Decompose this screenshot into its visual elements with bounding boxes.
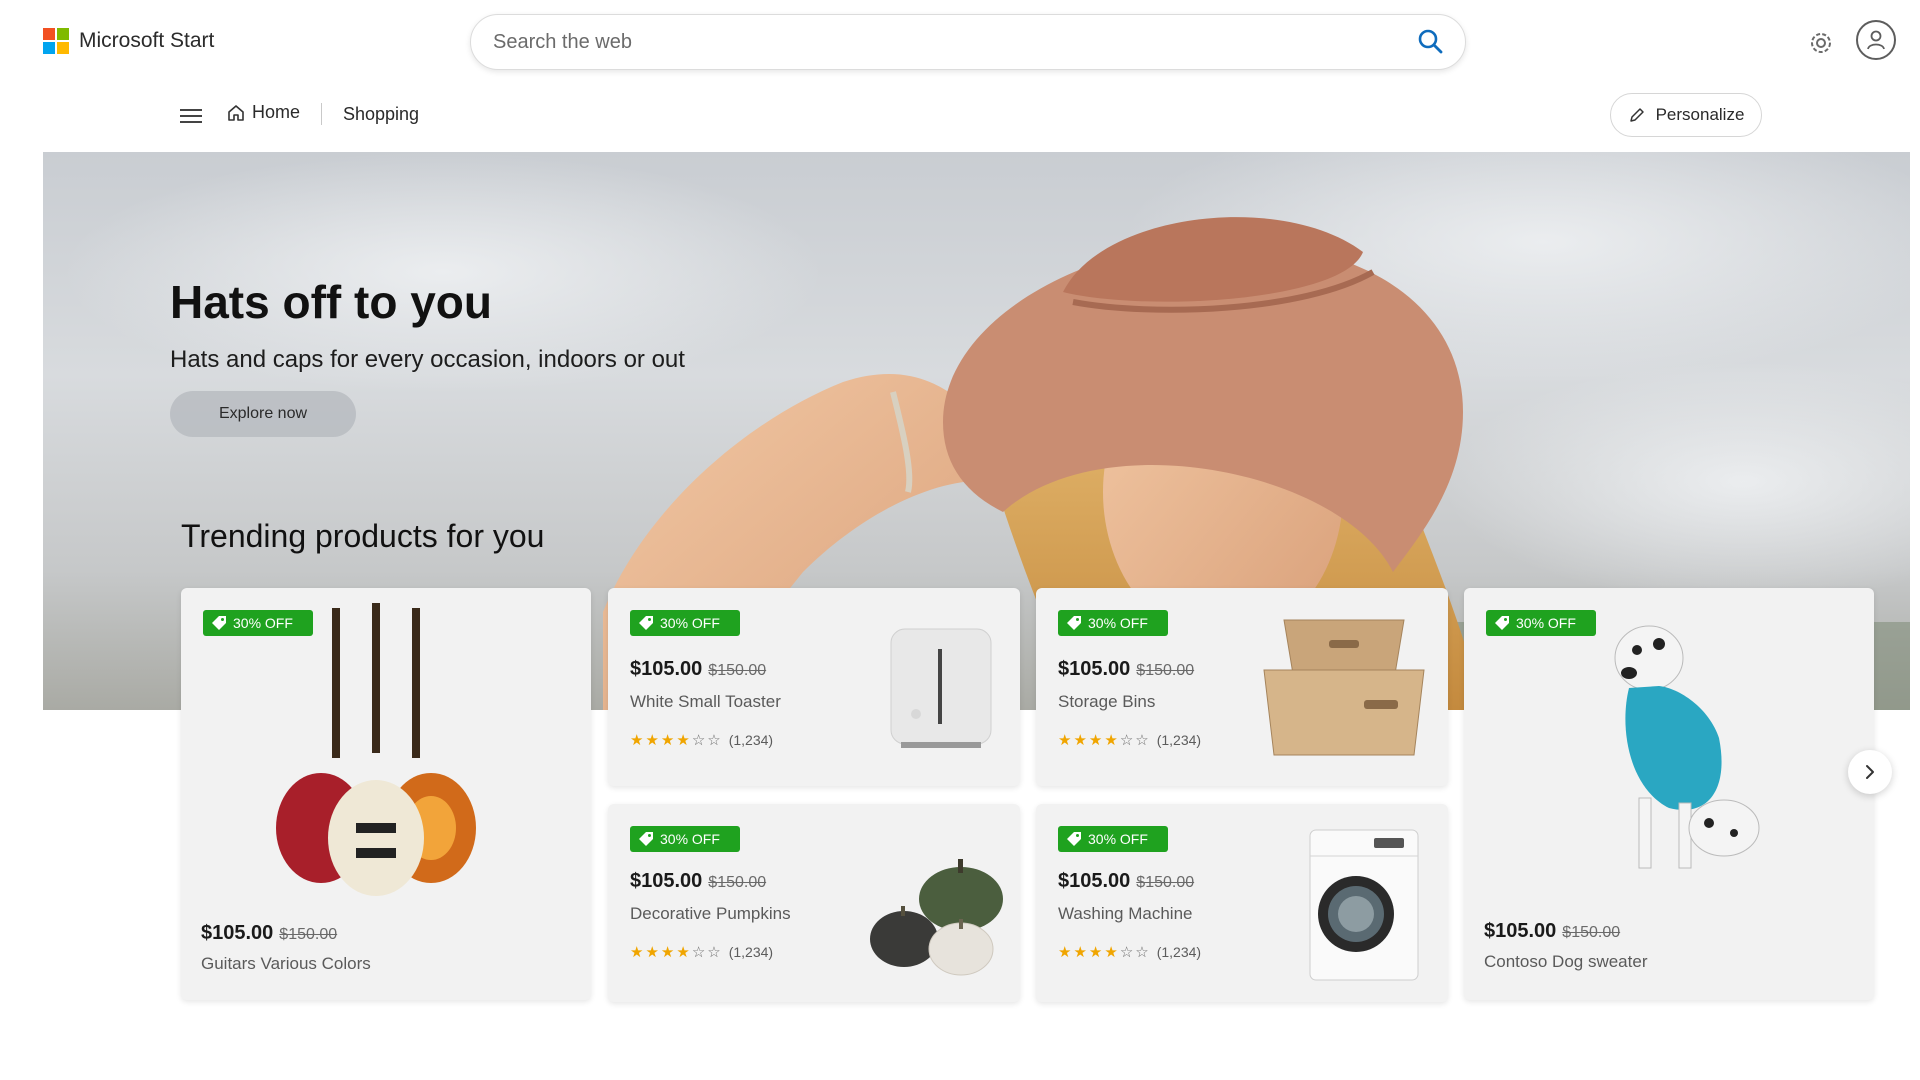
explore-now-button[interactable]: Explore now [170,391,356,437]
tag-icon [1495,616,1509,630]
personalize-label: Personalize [1655,105,1745,124]
guitars-image [276,603,476,896]
star-full-icon: ★ [1058,943,1072,961]
star-rating: ★ ★ ★ ★ ☆ ☆ (1,234) [630,732,773,748]
old-price: $150.00 [1562,924,1621,941]
star-empty-icon: ☆ [1135,731,1149,749]
star-full-icon: ★ [1073,731,1087,749]
star-full-icon: ★ [660,731,675,749]
review-count: (1,234) [728,732,774,748]
product-name: Storage Bins [1058,692,1156,711]
profile-icon [1867,30,1885,50]
profile-avatar[interactable] [1856,20,1896,60]
nav-home-label: Home [252,102,301,122]
star-rating: ★ ★ ★ ★ ☆ ☆ (1,234) [630,944,773,960]
product-name: Decorative Pumpkins [630,904,791,923]
washing-machine-image [1309,829,1419,981]
product-name: Guitars Various Colors [201,954,371,973]
carousel-next-button[interactable] [1848,750,1892,794]
brand-name: Microsoft Start [79,29,215,52]
product-card-washing-machine[interactable]: 30% OFF $105.00 $150.00 Washing Machine ★… [1036,804,1448,1002]
star-full-icon: ★ [645,943,659,961]
product-card-toaster[interactable]: 30% OFF $105.00 $150.00 White Small Toast… [608,588,1020,786]
discount-badge: 30% OFF [1058,610,1168,636]
star-empty-icon: ☆ [707,731,721,749]
star-full-icon: ★ [1058,731,1072,749]
star-full-icon: ★ [676,943,690,961]
product-name: Washing Machine [1058,904,1193,923]
discount-badge: 30% OFF [630,610,740,636]
star-full-icon: ★ [645,731,659,749]
settings-icon[interactable] [1806,28,1836,58]
old-price: $150.00 [708,874,767,891]
microsoft-logo-icon [43,28,69,54]
product-card-dog-sweater[interactable]: 30% OFF $105.00 $150.00 Contoso Dog sweat… [1464,588,1874,1000]
star-full-icon: ★ [660,943,675,961]
review-count: (1,234) [1156,944,1202,960]
tag-icon [1067,832,1081,846]
chevron-right-icon [1866,765,1874,779]
star-full-icon: ★ [1088,731,1103,749]
hero-subtitle: Hats and caps for every occasion, indoor… [170,346,685,373]
product-price: $105.00 $150.00 [630,658,767,680]
tag-icon [639,616,653,630]
search-bar[interactable] [470,14,1466,70]
star-full-icon: ★ [630,731,644,749]
star-full-icon: ★ [1104,943,1118,961]
star-empty-icon: ☆ [1119,943,1134,961]
product-name: Contoso Dog sweater [1484,952,1648,971]
star-full-icon: ★ [1073,943,1087,961]
review-count: (1,234) [1156,732,1202,748]
hamburger-menu-icon[interactable] [178,105,204,127]
discount-badge: 30% OFF [630,826,740,852]
star-empty-icon: ☆ [707,943,721,961]
product-price: $105.00 $150.00 [201,922,338,944]
tag-icon [1067,616,1081,630]
dog-sweater-image [1614,625,1760,869]
star-rating: ★ ★ ★ ★ ☆ ☆ (1,234) [1058,944,1201,960]
product-price: $105.00 $150.00 [1058,658,1195,680]
old-price: $150.00 [708,662,767,679]
product-name: White Small Toaster [630,692,781,711]
nav-shopping-link[interactable]: Shopping [343,104,419,125]
old-price: $150.00 [279,926,338,943]
nav-home-link[interactable]: Home [226,102,300,123]
tag-icon [639,832,653,846]
star-full-icon: ★ [1088,943,1103,961]
search-icon[interactable] [1415,27,1445,57]
star-empty-icon: ☆ [691,943,706,961]
product-card-guitars[interactable]: 30% OFF $105.00 $150.00 Guitars Various C… [181,588,591,1000]
trending-section-title: Trending products for you [181,518,545,554]
home-icon [228,104,244,121]
star-full-icon: ★ [676,731,690,749]
star-empty-icon: ☆ [691,731,706,749]
toaster-image [890,628,992,748]
discount-badge: 30% OFF [1058,826,1168,852]
star-full-icon: ★ [1104,731,1118,749]
search-input[interactable] [491,29,1415,55]
star-empty-icon: ☆ [1119,731,1134,749]
pencil-icon [1629,108,1644,122]
microsoft-start-logo[interactable]: Microsoft Start [43,28,214,54]
star-empty-icon: ☆ [1135,943,1149,961]
review-count: (1,234) [728,944,774,960]
product-price: $105.00 $150.00 [630,870,767,892]
tag-icon [212,616,226,630]
star-full-icon: ★ [630,943,644,961]
old-price: $150.00 [1136,662,1195,679]
product-price: $105.00 $150.00 [1058,870,1195,892]
hero-title: Hats off to you [170,276,492,328]
nav-divider [321,103,322,125]
product-card-pumpkins[interactable]: 30% OFF $105.00 $150.00 Decorative Pumpki… [608,804,1020,1002]
old-price: $150.00 [1136,874,1195,891]
product-card-storage-bins[interactable]: 30% OFF $105.00 $150.00 Storage Bins ★ ★ ★ ★… [1036,588,1448,786]
star-rating: ★ ★ ★ ★ ☆ ☆ (1,234) [1058,732,1201,748]
storage-bins-image [1263,619,1425,756]
product-price: $105.00 $150.00 [1484,920,1621,942]
personalize-button[interactable]: Personalize [1610,93,1762,137]
pumpkins-image [870,859,1003,976]
